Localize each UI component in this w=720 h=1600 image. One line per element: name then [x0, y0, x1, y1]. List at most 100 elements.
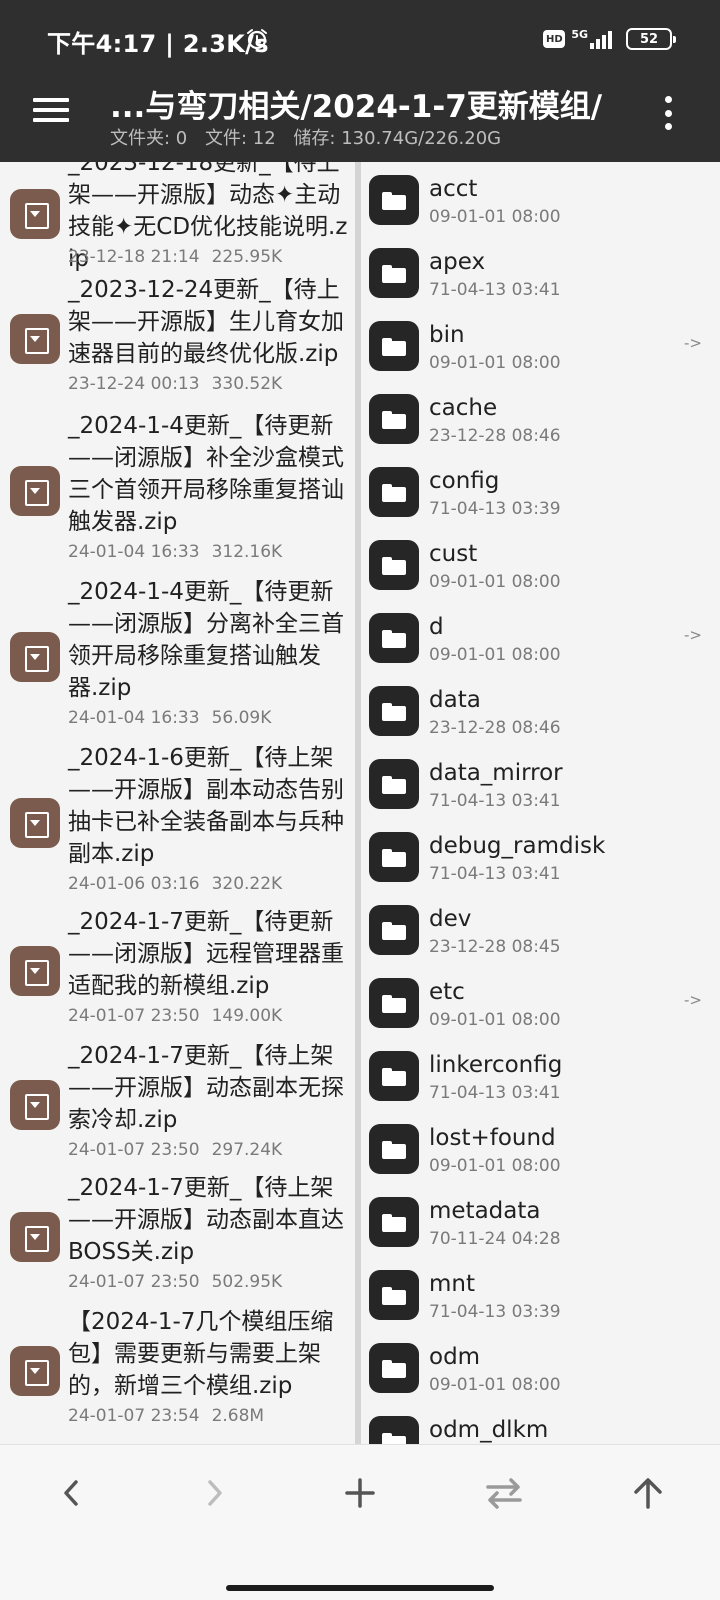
left-pane[interactable]: _2023-12-18更新_【待上架——开源版】动态✦主动技能✦无CD优化技能说… — [0, 162, 355, 1444]
folder-item[interactable]: dev 23-12-28 08:45 — [361, 896, 720, 968]
zip-archive-icon — [10, 1212, 60, 1262]
folder-date: 71-04-13 03:41 — [429, 280, 561, 300]
folder-item[interactable]: metadata 70-11-24 04:28 — [361, 1188, 720, 1260]
folder-date: 23-12-28 08:46 — [429, 426, 561, 446]
home-indicator[interactable] — [226, 1585, 494, 1591]
file-item[interactable]: _2023-12-18更新_【待上架——开源版】动态✦主动技能✦无CD优化技能说… — [0, 162, 355, 272]
file-date: 24-01-07 23:50 — [68, 1272, 200, 1292]
folder-date: 09-01-01 08:00 — [429, 1156, 561, 1176]
status-time: 下午4:17 | 2.3K/s — [47, 30, 269, 58]
file-date: 24-01-07 23:50 — [68, 1140, 200, 1160]
file-item[interactable]: _2024-1-4更新_【待更新——闭源版】补全沙盒模式三个首领开局移除重复搭讪… — [0, 410, 355, 567]
file-item[interactable]: _2024-1-7更新_【待更新——闭源版】远程管理器重适配我的新模组.zip … — [0, 906, 355, 1031]
folder-icon — [369, 978, 419, 1028]
folder-item[interactable]: cust 09-01-01 08:00 — [361, 531, 720, 603]
folder-date: 71-04-13 03:39 — [429, 1302, 561, 1322]
folder-item[interactable]: odm_dlkm — [361, 1407, 720, 1444]
file-date: 24-01-06 03:16 — [68, 874, 200, 894]
folder-date: 09-01-01 08:00 — [429, 207, 561, 227]
file-name: _2024-1-7更新_【待更新——闭源版】远程管理器重适配我的新模组.zip — [68, 909, 344, 999]
file-meta: 24-01-07 23:50 297.24K — [68, 1140, 282, 1160]
folder-icon — [369, 321, 419, 371]
folder-icon — [369, 1270, 419, 1320]
back-icon[interactable] — [42, 1469, 102, 1517]
folder-icon — [369, 613, 419, 663]
folder-item[interactable]: etc 09-01-01 08:00 -> — [361, 969, 720, 1041]
up-directory-icon[interactable] — [618, 1469, 678, 1517]
file-item[interactable]: _2024-1-7更新_【待上架——开源版】动态副本直达BOSS关.zip 24… — [0, 1172, 355, 1297]
folder-item[interactable]: linkerconfig 71-04-13 03:41 — [361, 1042, 720, 1114]
file-size: 502.95K — [211, 1272, 283, 1292]
file-name: _2024-1-7更新_【待上架——开源版】动态副本无探索冷却.zip — [68, 1043, 344, 1133]
folder-icon — [369, 1416, 419, 1444]
file-meta: 24-01-07 23:54 2.68M — [68, 1406, 264, 1426]
folder-date: 71-04-13 03:41 — [429, 864, 561, 884]
folder-name: config — [429, 468, 500, 494]
folder-icon — [369, 1124, 419, 1174]
bottom-toolbar — [0, 1444, 720, 1600]
file-size: 330.52K — [211, 374, 283, 394]
folder-icon — [369, 832, 419, 882]
storage-usage: 储存: 130.74G/226.20G — [293, 128, 502, 149]
folder-item[interactable]: debug_ramdisk 71-04-13 03:41 — [361, 823, 720, 895]
folder-item[interactable]: d 09-01-01 08:00 -> — [361, 604, 720, 676]
folder-item[interactable]: bin 09-01-01 08:00 -> — [361, 312, 720, 384]
file-meta: 23-12-24 00:13 330.52K — [68, 374, 282, 394]
folder-date: 09-01-01 08:00 — [429, 645, 561, 665]
file-date: 24-01-07 23:50 — [68, 1006, 200, 1026]
symlink-indicator: -> — [684, 991, 702, 1009]
path-title: ...与弯刀相关/2024-1-7更新模组/ — [110, 89, 603, 125]
file-item[interactable]: _2024-1-4更新_【待更新——闭源版】分离补全三首领开局移除重复搭讪触发器… — [0, 576, 355, 733]
swap-panes-icon[interactable] — [474, 1469, 534, 1517]
file-date: 24-01-04 16:33 — [68, 708, 200, 728]
folder-name: data — [429, 687, 481, 713]
folder-date: 09-01-01 08:00 — [429, 353, 561, 373]
dual-pane-container: _2023-12-18更新_【待上架——开源版】动态✦主动技能✦无CD优化技能说… — [0, 162, 720, 1444]
folder-item[interactable]: acct 09-01-01 08:00 — [361, 166, 720, 238]
folder-name: d — [429, 614, 444, 640]
folder-name: dev — [429, 906, 472, 932]
folder-item[interactable]: data 23-12-28 08:46 — [361, 677, 720, 749]
folder-item[interactable]: odm 09-01-01 08:00 — [361, 1334, 720, 1406]
folder-item[interactable]: lost+found 09-01-01 08:00 — [361, 1115, 720, 1187]
file-date: 24-01-07 23:54 — [68, 1406, 200, 1426]
folder-date: 09-01-01 08:00 — [429, 572, 561, 592]
file-item[interactable]: _2023-12-24更新_【待上架——开源版】生儿育女加速器目前的最终优化版.… — [0, 274, 355, 399]
folder-item[interactable]: data_mirror 71-04-13 03:41 — [361, 750, 720, 822]
file-size: 312.16K — [211, 542, 283, 562]
symlink-indicator: -> — [684, 626, 702, 644]
status-bar: 下午4:17 | 2.3K/s HD 5G 52 — [0, 0, 720, 76]
status-icons: HD 5G 52 — [543, 26, 676, 52]
folder-item[interactable]: config 71-04-13 03:39 — [361, 458, 720, 530]
folder-item[interactable]: mnt 71-04-13 03:39 — [361, 1261, 720, 1333]
folder-icon — [369, 248, 419, 298]
battery-level: 52 — [639, 31, 659, 47]
zip-archive-icon — [10, 1080, 60, 1130]
file-size: 297.24K — [211, 1140, 283, 1160]
menu-icon[interactable] — [30, 92, 72, 128]
zip-archive-icon — [10, 632, 60, 682]
path-summary: 文件夹: 0 文件: 12 储存: 130.74G/226.20G — [110, 124, 513, 150]
add-icon[interactable] — [330, 1469, 390, 1517]
file-date: 23-12-18 21:14 — [68, 247, 200, 267]
folder-icon — [369, 905, 419, 955]
folder-name: mnt — [429, 1271, 475, 1297]
folder-name: etc — [429, 979, 465, 1005]
file-name: _2024-1-6更新_【待上架——开源版】副本动态告别抽卡已补全装备副本与兵种… — [68, 745, 344, 867]
folder-item[interactable]: cache 23-12-28 08:46 — [361, 385, 720, 457]
folder-icon — [369, 467, 419, 517]
forward-icon[interactable] — [184, 1469, 244, 1517]
file-size: 149.00K — [211, 1006, 283, 1026]
file-name: _2024-1-4更新_【待更新——闭源版】分离补全三首领开局移除重复搭讪触发器… — [68, 579, 344, 701]
file-item[interactable]: _2024-1-7更新_【待上架——开源版】动态副本无探索冷却.zip 24-0… — [0, 1040, 355, 1165]
file-item[interactable]: 【2024-1-7几个模组压缩包】需要更新与需要上架的，新增三个模组.zip 2… — [0, 1306, 355, 1431]
right-pane[interactable]: acct 09-01-01 08:00 apex 71-04-13 03:41 … — [361, 162, 720, 1444]
zip-archive-icon — [10, 189, 60, 239]
folder-date: 09-01-01 08:00 — [429, 1010, 561, 1030]
folder-item[interactable]: apex 71-04-13 03:41 — [361, 239, 720, 311]
file-item[interactable]: _2024-1-6更新_【待上架——开源版】副本动态告别抽卡已补全装备副本与兵种… — [0, 742, 355, 899]
folder-date: 70-11-24 04:28 — [429, 1229, 561, 1249]
more-vert-icon[interactable] — [662, 96, 674, 130]
folder-name: cache — [429, 395, 498, 421]
folder-name: linkerconfig — [429, 1052, 563, 1078]
